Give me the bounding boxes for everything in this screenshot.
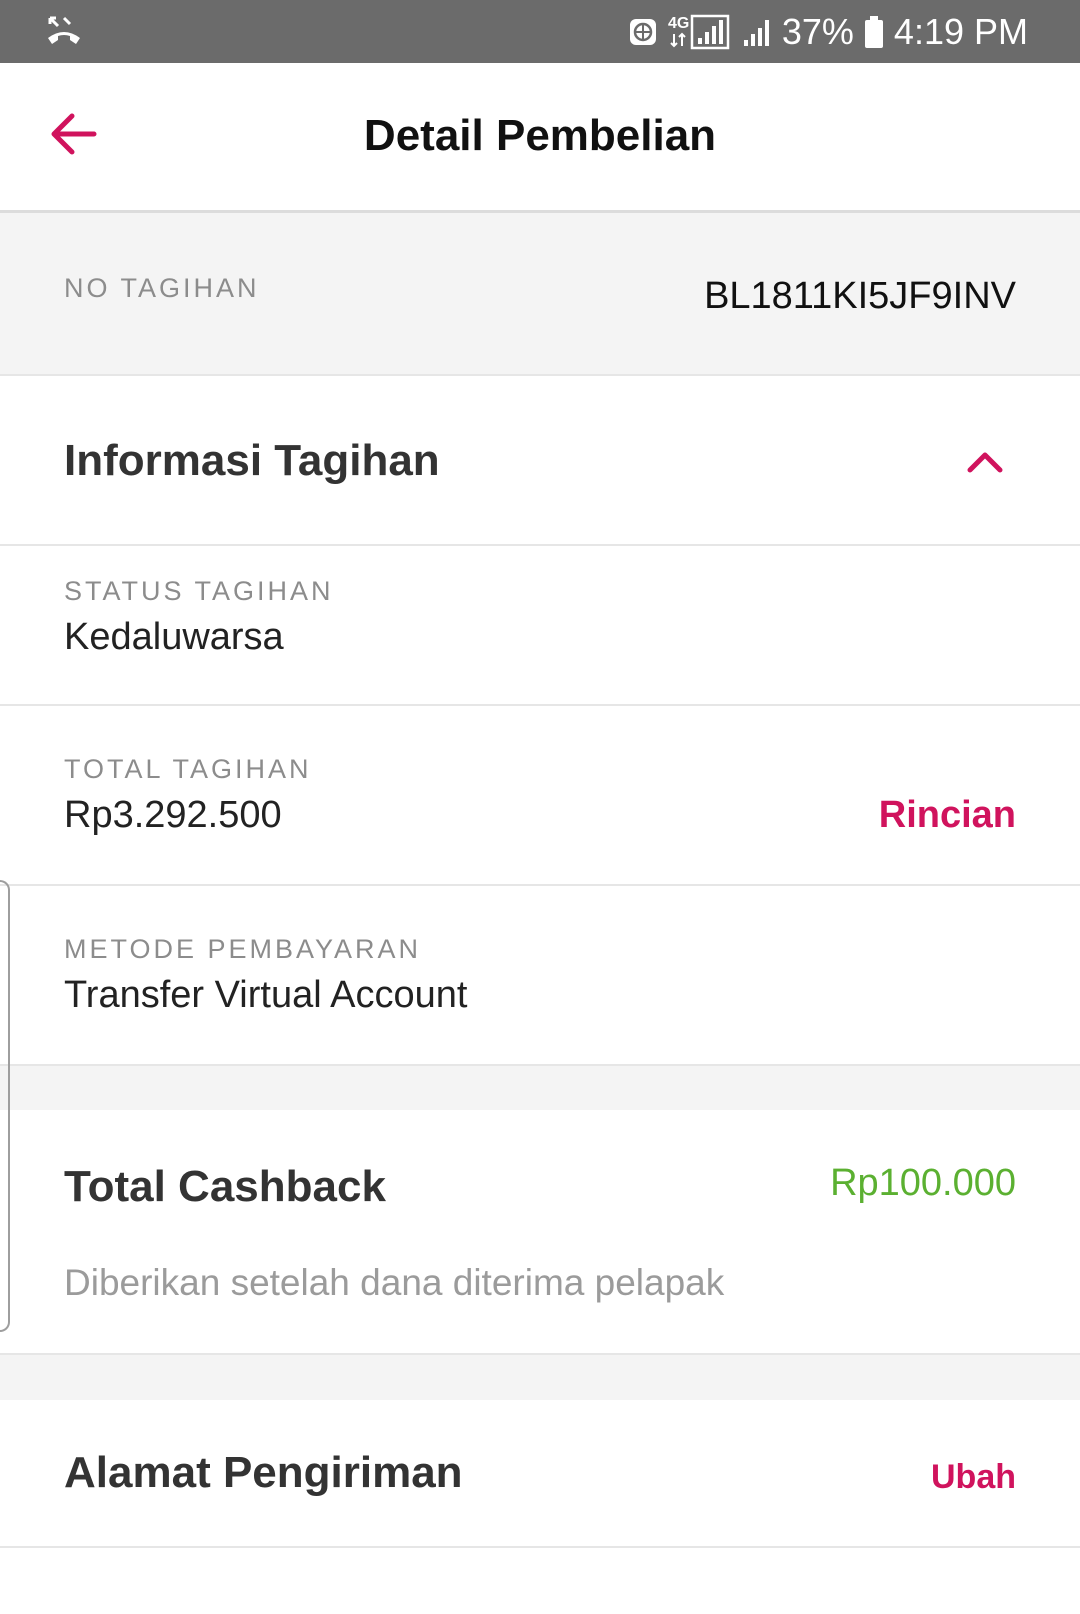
billing-total-value: Rp3.292.500 <box>64 794 282 836</box>
details-link[interactable]: Rincian <box>879 794 1016 837</box>
missed-call-icon <box>44 12 84 48</box>
vpn-icon <box>628 17 658 47</box>
payment-method-row: METODE PEMBAYARAN Transfer Virtual Accou… <box>0 886 1080 1066</box>
invoice-number-value: BL1811KI5JF9INV <box>704 275 1016 317</box>
shipping-address-title: Alamat Pengiriman <box>64 1448 463 1497</box>
cashback-card: Total Cashback Rp100.000 Diberikan setel… <box>0 1110 1080 1355</box>
status-time: 4:19 PM <box>893 10 1028 52</box>
billing-status-label: STATUS TAGIHAN <box>64 576 334 606</box>
battery-percent: 37% <box>781 10 854 52</box>
invoice-number-row: NO TAGIHAN BL1811KI5JF9INV <box>0 213 1080 376</box>
billing-total-row: TOTAL TAGIHAN Rp3.292.500 Rincian <box>0 706 1080 886</box>
payment-method-value: Transfer Virtual Account <box>64 974 468 1016</box>
section-divider <box>0 1355 1080 1400</box>
cashback-note: Diberikan setelah dana diterima pelapak <box>64 1262 725 1303</box>
payment-method-label: METODE PEMBAYARAN <box>64 934 422 964</box>
signal-icon <box>742 16 772 48</box>
chevron-up-icon[interactable] <box>960 442 1010 482</box>
battery-icon <box>864 15 884 49</box>
change-address-button[interactable]: Ubah <box>931 1458 1016 1497</box>
billing-info-header[interactable]: Informasi Tagihan <box>0 376 1080 546</box>
cashback-title: Total Cashback <box>64 1162 386 1211</box>
cashback-amount: Rp100.000 <box>830 1162 1016 1204</box>
billing-info-title: Informasi Tagihan <box>64 436 440 485</box>
signal-4g-icon: 4G <box>668 12 732 52</box>
status-bar: 4G 37% 4:19 PM <box>0 0 1080 63</box>
billing-total-label: TOTAL TAGIHAN <box>64 754 312 784</box>
app-bar: Detail Pembelian <box>0 63 1080 213</box>
section-divider <box>0 1066 1080 1110</box>
svg-text:4G: 4G <box>668 15 689 32</box>
billing-status-value: Kedaluwarsa <box>64 616 284 658</box>
shipping-address-header: Alamat Pengiriman Ubah <box>0 1400 1080 1548</box>
page-title: Detail Pembelian <box>363 111 717 160</box>
edge-panel-handle[interactable] <box>0 880 10 1332</box>
invoice-number-label: NO TAGIHAN <box>64 273 260 303</box>
billing-status-row: STATUS TAGIHAN Kedaluwarsa <box>0 546 1080 706</box>
